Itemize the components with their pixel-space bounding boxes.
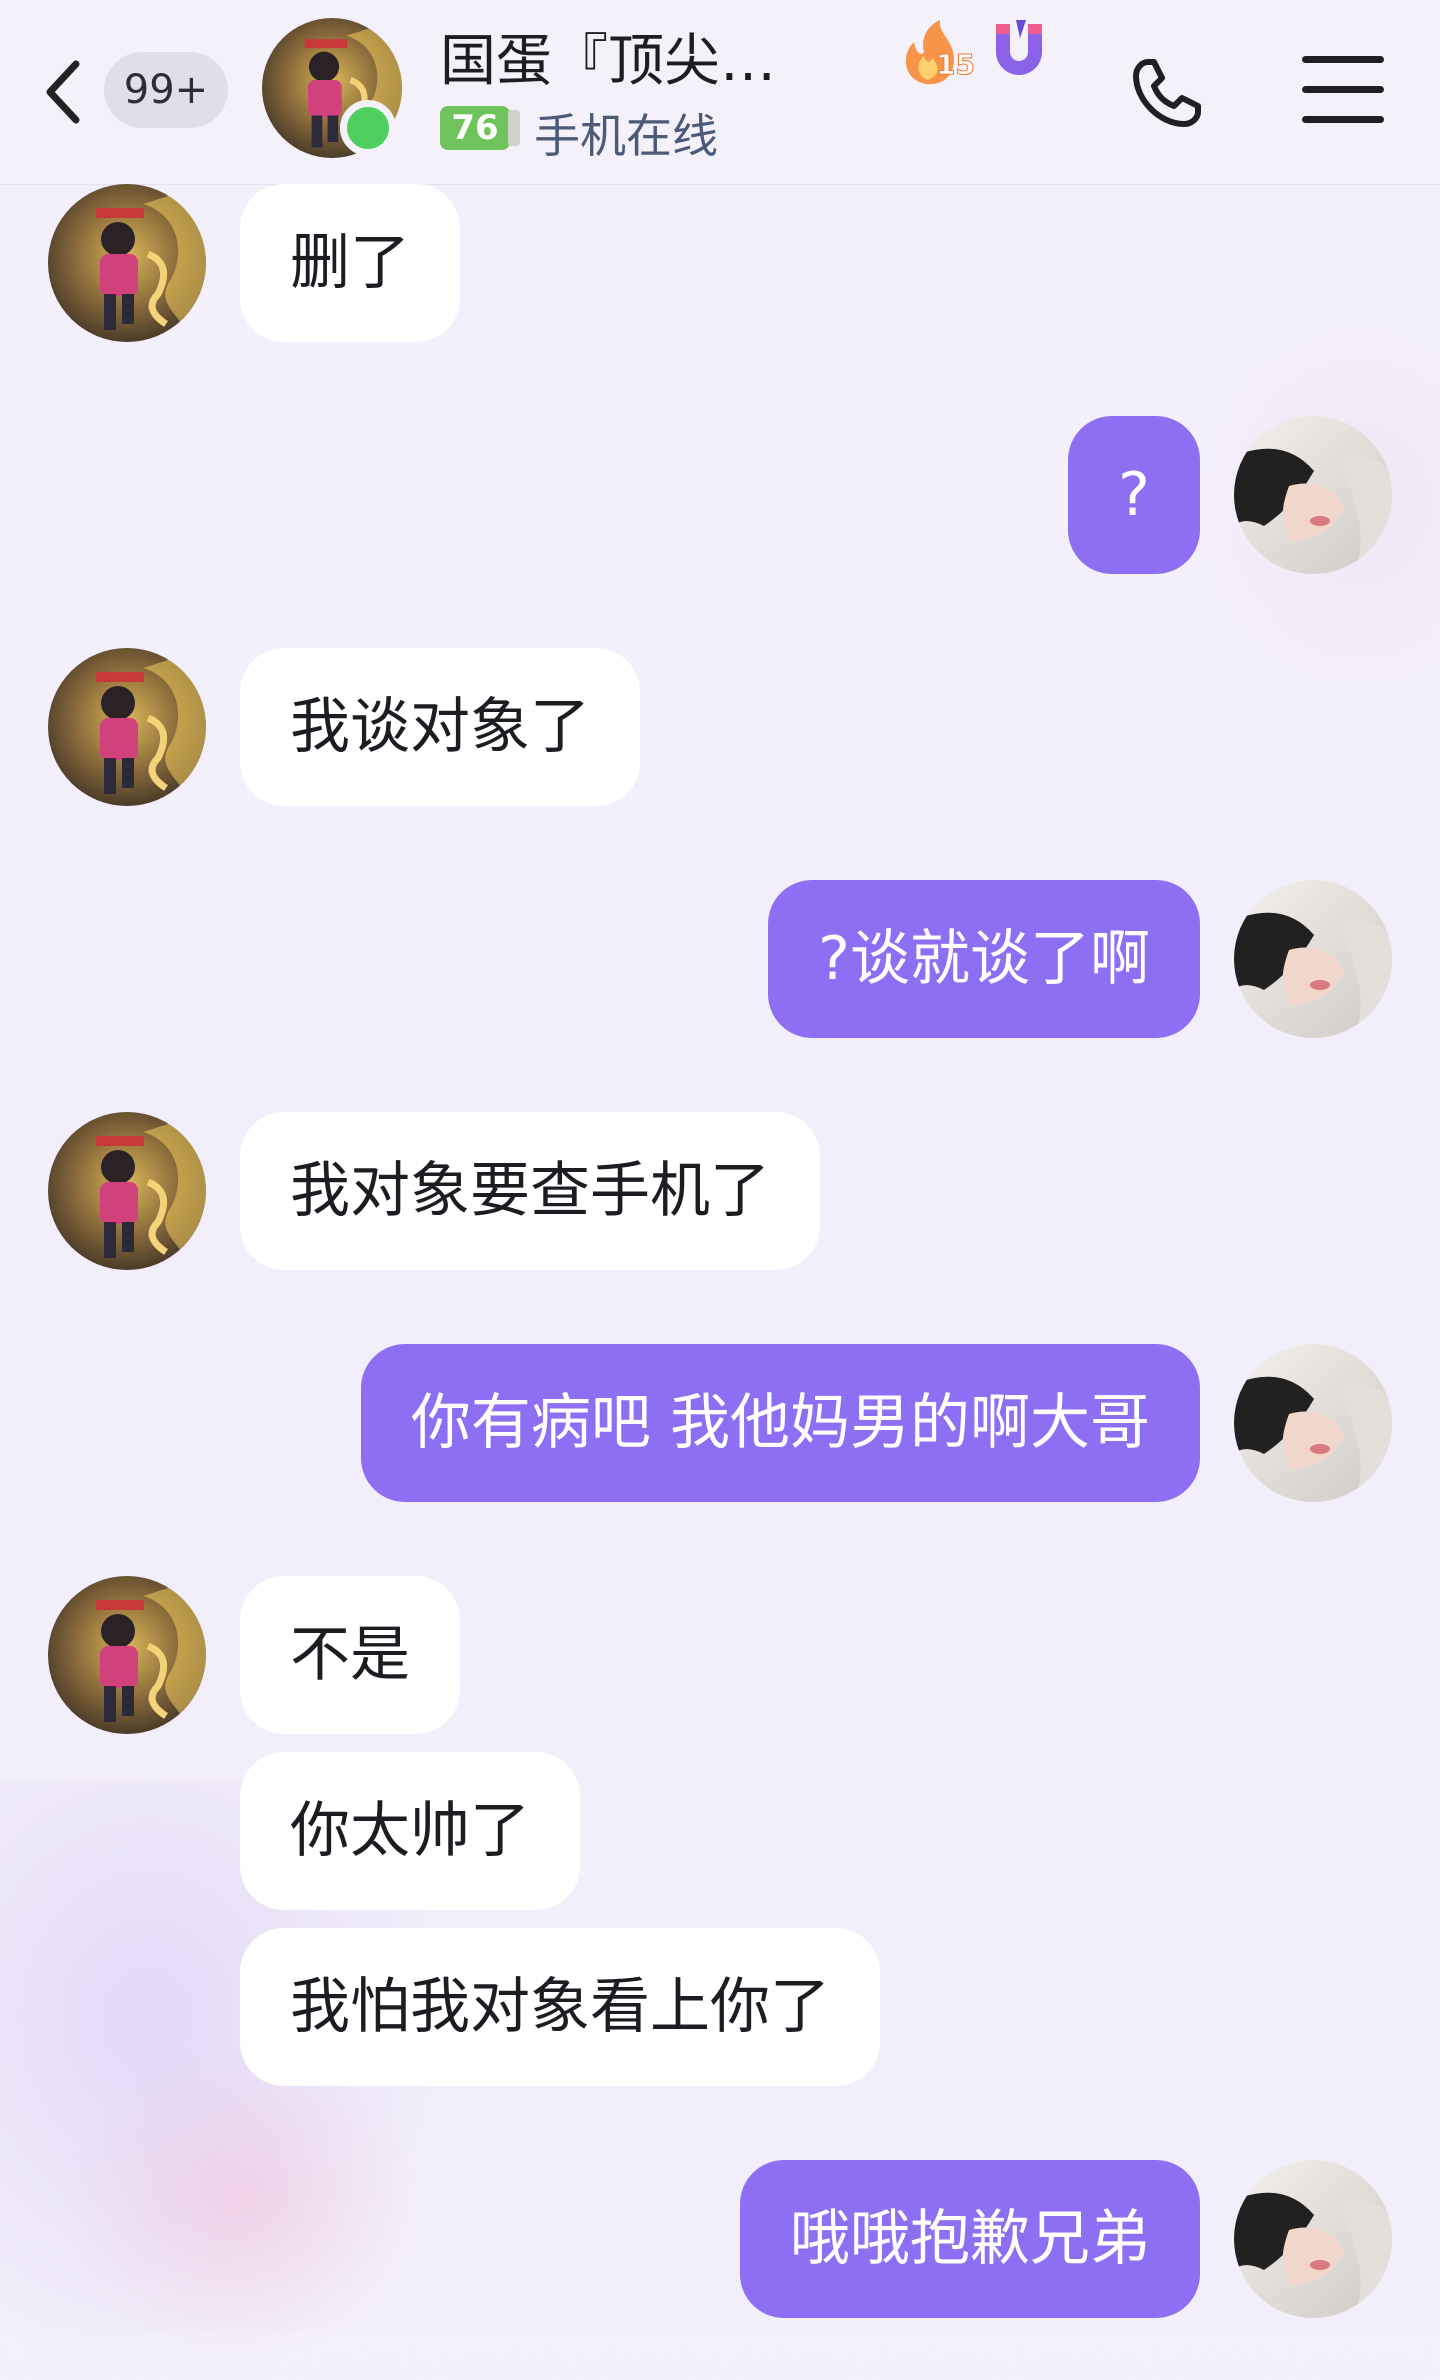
peer-avatar[interactable] xyxy=(48,1112,206,1270)
peer-avatar[interactable] xyxy=(48,648,206,806)
menu-icon[interactable] xyxy=(1302,56,1384,123)
peer-avatar[interactable] xyxy=(48,1576,206,1734)
incoming-message[interactable]: 我对象要查手机了 xyxy=(240,1112,820,1270)
unread-count-badge[interactable]: 99+ xyxy=(104,52,228,128)
outgoing-message[interactable]: 哦哦抱歉兄弟 xyxy=(740,2160,1200,2318)
outgoing-message[interactable]: 你有病吧 我他妈男的啊大哥 xyxy=(360,1344,1200,1502)
incoming-message[interactable]: 你太帅了 xyxy=(240,1752,580,1910)
level-badge: 76 xyxy=(440,106,510,150)
outgoing-message[interactable]: ? xyxy=(1068,416,1200,574)
incoming-message[interactable]: 删了 xyxy=(240,184,460,342)
background-decoration-pink xyxy=(60,2040,420,2360)
self-avatar[interactable] xyxy=(1234,2160,1392,2318)
contact-name[interactable]: 国蛋『顶尖… xyxy=(440,16,776,97)
online-status-text: 手机在线 xyxy=(534,109,718,163)
peer-avatar[interactable] xyxy=(48,184,206,342)
self-avatar[interactable] xyxy=(1234,880,1392,1038)
incoming-message[interactable]: 不是 xyxy=(240,1576,460,1734)
magnet-icon[interactable] xyxy=(986,18,1052,82)
level-badge-tail xyxy=(508,110,520,146)
self-avatar[interactable] xyxy=(1234,1344,1392,1502)
flame-streak-count: 15 xyxy=(936,48,976,82)
chat-header: 99+ 国蛋『顶尖… 76 手机在线 15 xyxy=(0,0,1440,185)
incoming-message[interactable]: 我怕我对象看上你了 xyxy=(240,1928,880,2086)
back-arrow-icon[interactable] xyxy=(36,52,88,132)
incoming-message[interactable]: 我谈对象了 xyxy=(240,648,640,806)
self-avatar[interactable] xyxy=(1234,416,1392,574)
outgoing-message[interactable]: ?谈就谈了啊 xyxy=(768,880,1200,1038)
online-status-dot xyxy=(340,100,396,156)
phone-call-icon[interactable] xyxy=(1128,52,1208,132)
